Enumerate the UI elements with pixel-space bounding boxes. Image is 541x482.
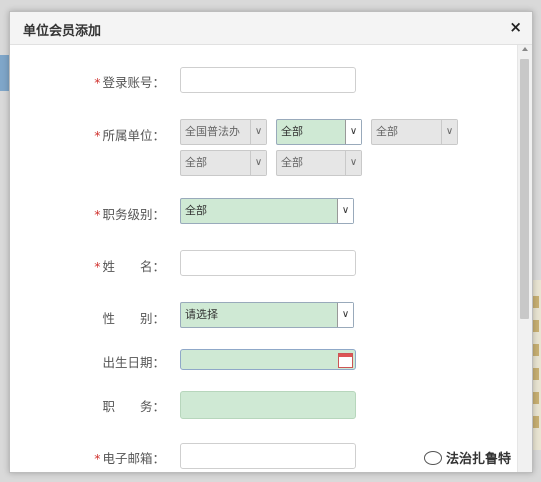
background-panel-strip: [0, 55, 9, 91]
account-label: * 登录账号：: [94, 75, 165, 90]
chevron-down-icon: ∨: [441, 120, 457, 144]
account-input[interactable]: [180, 67, 356, 93]
chevron-down-icon: ∨: [250, 120, 266, 144]
birth-date-input[interactable]: [180, 349, 356, 370]
watermark: 法治扎鲁特: [424, 448, 511, 467]
required-mark: *: [94, 75, 101, 90]
unit-select-level1[interactable]: 全国普法办 ∨: [180, 119, 267, 145]
position-input[interactable]: [180, 391, 356, 419]
chevron-down-icon: ∨: [337, 199, 353, 223]
required-mark: *: [94, 451, 101, 466]
birth-label: 出生日期：: [102, 355, 165, 370]
chevron-down-icon: ∨: [345, 120, 361, 144]
dialog-scrollbar[interactable]: [517, 45, 532, 472]
wechat-icon: [424, 450, 442, 465]
watermark-text: 法治扎鲁特: [446, 452, 512, 467]
calendar-icon[interactable]: [338, 353, 353, 368]
level-select[interactable]: 全部 ∨: [180, 198, 354, 224]
unit-select-level3[interactable]: 全部 ∨: [371, 119, 458, 145]
name-label: * 姓 名：: [94, 259, 165, 274]
email-input[interactable]: [180, 443, 356, 469]
unit-select-level2[interactable]: 全部 ∨: [276, 119, 362, 145]
scrollbar-thumb[interactable]: [520, 59, 529, 319]
name-input[interactable]: [180, 250, 356, 276]
email-label: * 电子邮箱：: [94, 451, 165, 466]
position-label: 职 务：: [102, 399, 165, 414]
gender-label: 性 别：: [102, 311, 165, 326]
scroll-up-icon[interactable]: [522, 47, 528, 51]
chevron-down-icon: ∨: [250, 151, 266, 175]
chevron-down-icon: ∨: [345, 151, 361, 175]
gender-select[interactable]: 请选择 ∨: [180, 302, 354, 328]
unit-select-level5[interactable]: 全部 ∨: [276, 150, 362, 176]
unit-label: * 所属单位：: [94, 128, 165, 143]
unit-select-level4[interactable]: 全部 ∨: [180, 150, 267, 176]
dialog-body: * 登录账号： * 所属单位： 全国普法办 ∨ 全部 ∨ 全部 ∨ 全部 ∨ 全部 ∨ * 职务…: [10, 45, 518, 472]
chevron-down-icon: ∨: [337, 303, 353, 327]
close-icon[interactable]: ×: [509, 18, 522, 36]
required-mark: *: [94, 128, 101, 143]
level-label: * 职务级别：: [94, 207, 165, 222]
required-mark: *: [94, 207, 101, 222]
member-add-dialog: 单位会员添加 × * 登录账号： * 所属单位： 全国普法办 ∨ 全部 ∨ 全部 ∨ 全部…: [9, 11, 533, 473]
dialog-titlebar[interactable]: 单位会员添加 ×: [10, 12, 532, 45]
dialog-title: 单位会员添加: [23, 24, 102, 39]
required-mark: *: [94, 259, 101, 274]
